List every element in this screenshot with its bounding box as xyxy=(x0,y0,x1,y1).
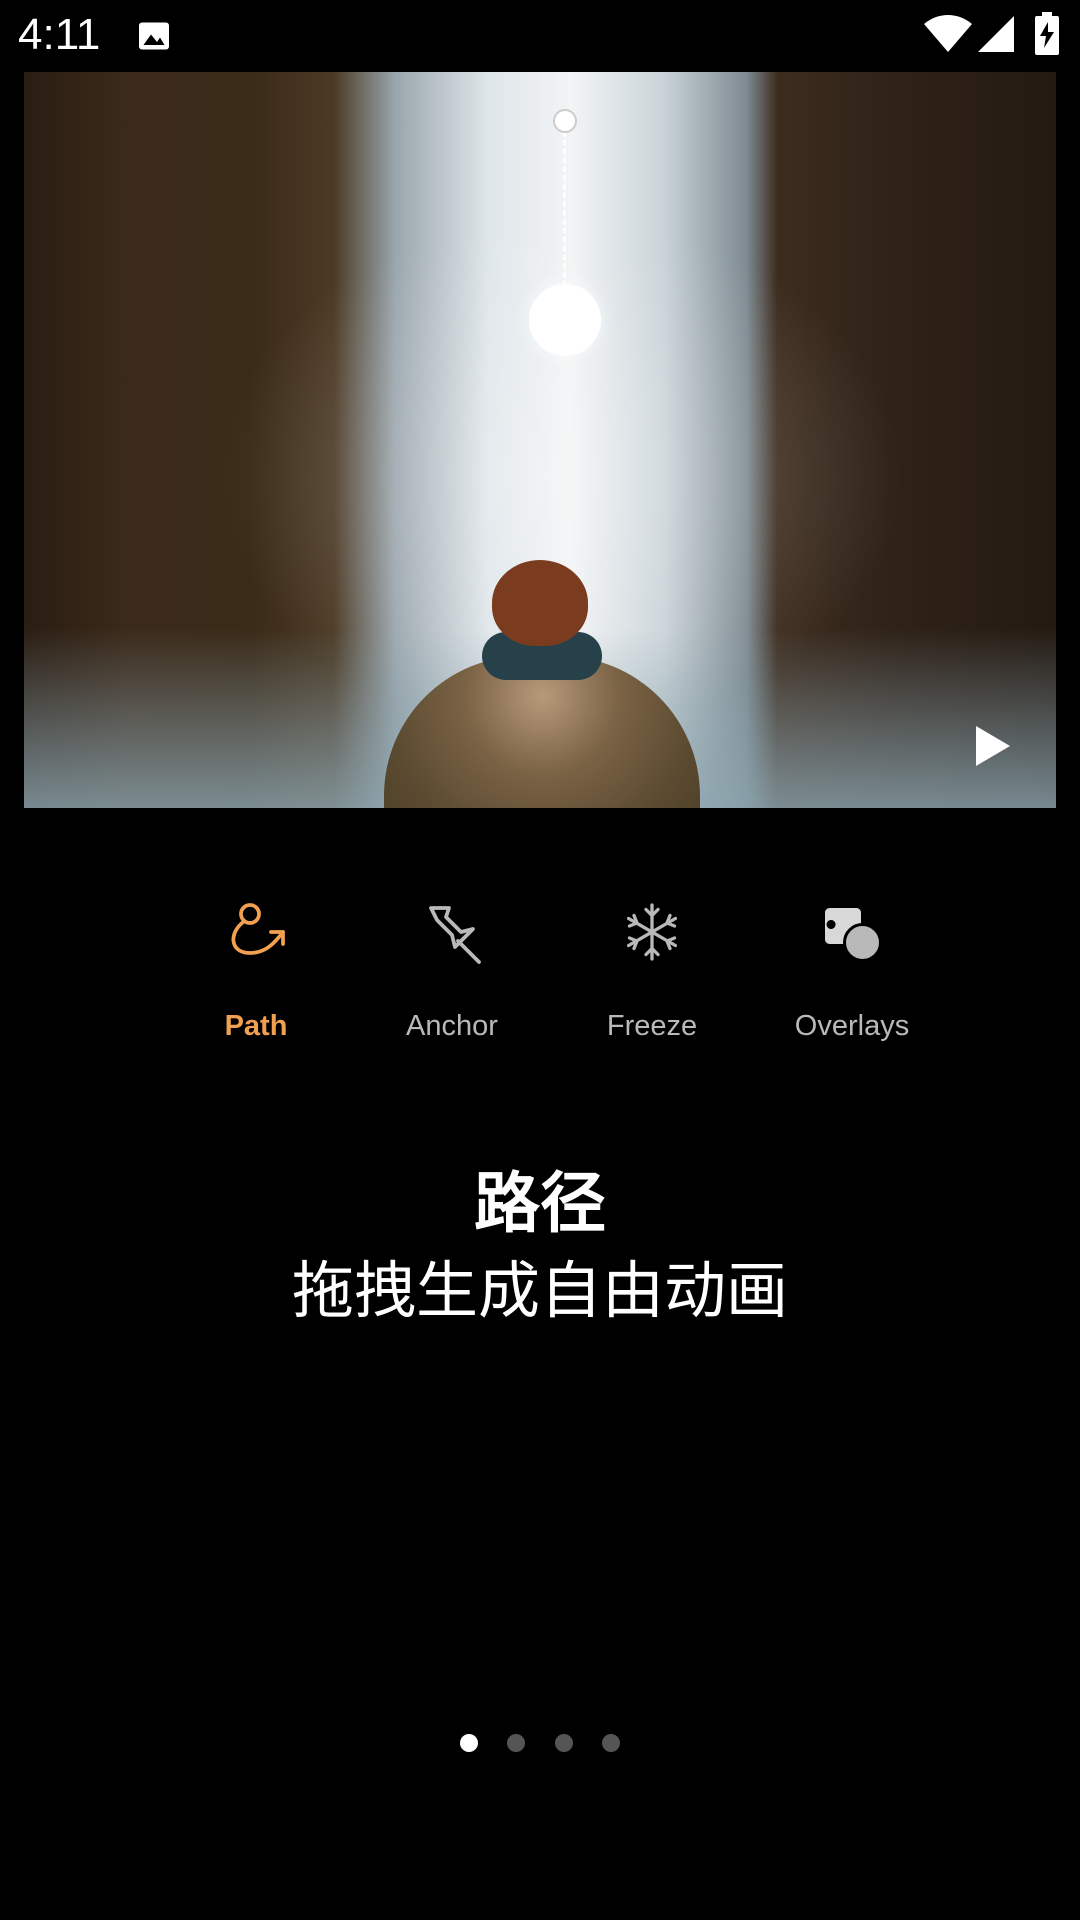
tab-overlays-label: Overlays xyxy=(794,1010,910,1042)
pin-icon xyxy=(429,906,481,964)
path-start-point[interactable] xyxy=(553,109,577,133)
play-icon[interactable] xyxy=(972,724,1012,768)
overlays-icon xyxy=(825,908,882,962)
feature-subtitle: 拖拽生成自由动画 xyxy=(291,1254,788,1327)
tab-anchor[interactable]: Anchor xyxy=(362,880,542,1060)
tab-freeze[interactable]: Freeze xyxy=(562,880,742,1060)
page-dot-3[interactable] xyxy=(554,1734,573,1752)
status-bar: 4:11 xyxy=(0,0,1080,72)
tab-freeze-label: Freeze xyxy=(606,1010,698,1042)
tab-path[interactable]: Path xyxy=(166,880,346,1060)
video-preview[interactable] xyxy=(24,72,1056,808)
tab-overlays[interactable]: Overlays xyxy=(762,880,942,1060)
path-drag-handle[interactable] xyxy=(529,284,601,356)
feature-title: 路径 xyxy=(474,1165,606,1242)
page-dot-1[interactable] xyxy=(460,1734,479,1752)
page-indicator xyxy=(0,1734,1080,1754)
page-dot-4[interactable] xyxy=(601,1734,620,1752)
page-dot-2[interactable] xyxy=(507,1734,526,1752)
snowflake-icon xyxy=(626,903,678,961)
status-time: 4:11 xyxy=(18,10,101,59)
path-icon xyxy=(231,903,285,955)
wifi-icon xyxy=(924,15,972,52)
signal-icon xyxy=(978,16,1014,52)
battery-charging-icon xyxy=(1035,12,1059,55)
person-hair xyxy=(492,560,588,646)
gallery-icon xyxy=(139,22,169,50)
tool-tabs: Path Anchor Freeze Overlays xyxy=(0,880,1080,1060)
tab-anchor-label: Anchor xyxy=(406,1010,498,1042)
tab-path-label: Path xyxy=(224,1010,288,1042)
